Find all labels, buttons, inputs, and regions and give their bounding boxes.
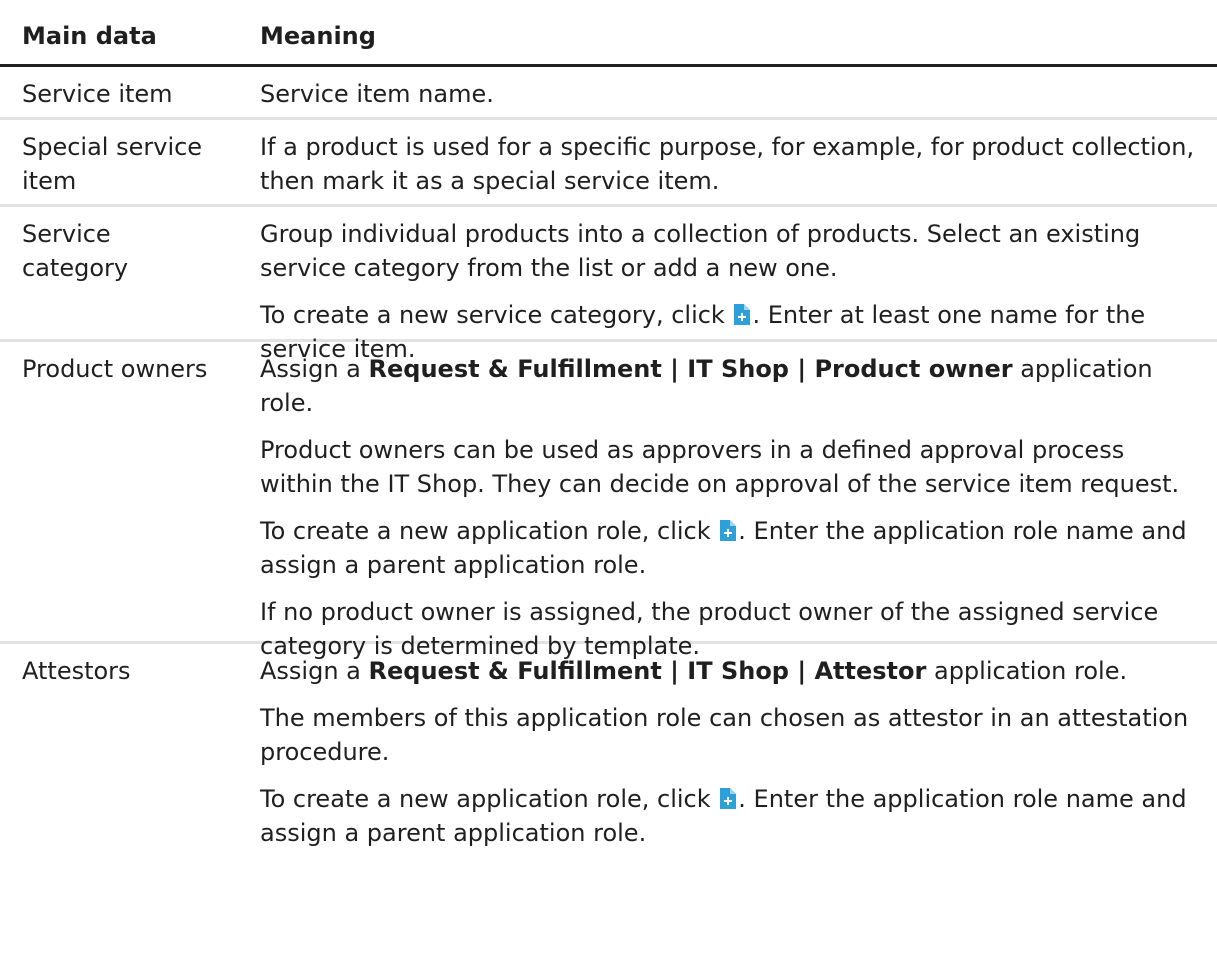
row-key-product-owners: Product owners [22,355,208,383]
add-document-icon [720,520,737,541]
attestors-assign: Assign a Request & Fulfillment | IT Shop… [260,657,1128,685]
table-row: Service item Service item name. [0,67,1217,120]
table-row: Service category Group individual produc… [0,207,1217,363]
product-owner-role-path: Request & Fulfillment | IT Shop | Produc… [368,355,1013,383]
table-header-row: Main data Meaning [0,0,1217,67]
row-key-service-category: Service category [22,220,129,282]
table-row: Product owners Assign a Request & Fulfil… [0,342,1217,660]
attestors-create-hint: To create a new application role, click … [260,785,1187,847]
attestors-members: The members of this application role can… [260,704,1189,766]
add-document-icon [720,788,737,809]
main-data-table: Main data Meaning Service item Service i… [0,0,1217,859]
header-meaning: Meaning [260,22,376,50]
table-row: Attestors Assign a Request & Fulfillment… [0,644,1217,859]
service-category-description: Group individual products into a collect… [260,220,1141,282]
special-service-item-description: If a product is used for a specific purp… [260,133,1195,195]
add-document-icon [734,304,751,325]
row-key-service-item: Service item [22,80,173,108]
attestor-role-path: Request & Fulfillment | IT Shop | Attest… [368,657,927,685]
row-key-special-service-item: Special service item [22,133,203,195]
product-owners-usage: Product owners can be used as approvers … [260,436,1180,498]
header-main-data: Main data [22,22,157,50]
table-row: Special service item If a product is use… [0,120,1217,207]
row-key-attestors: Attestors [22,657,131,685]
product-owners-create-hint: To create a new application role, click … [260,517,1187,579]
product-owners-assign: Assign a Request & Fulfillment | IT Shop… [260,355,1153,417]
service-item-description: Service item name. [260,80,494,108]
